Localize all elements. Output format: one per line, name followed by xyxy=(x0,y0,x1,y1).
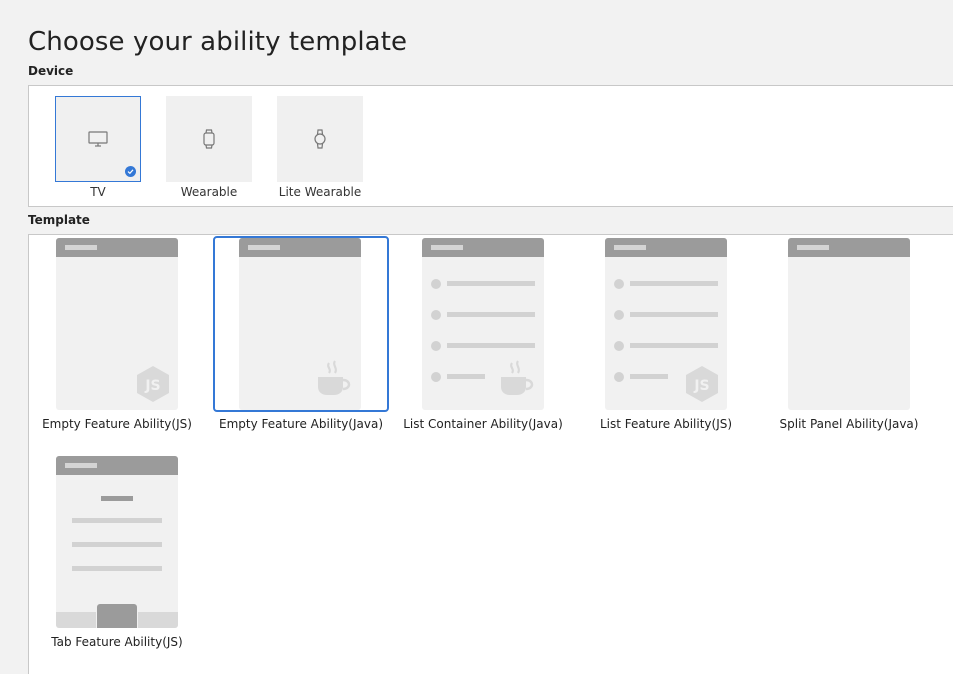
template-preview[interactable]: JS xyxy=(605,238,727,410)
js-logo-icon: JS xyxy=(686,366,718,402)
device-tile-wearable[interactable] xyxy=(166,96,252,182)
device-tile-lite-wearable[interactable] xyxy=(277,96,363,182)
device-tile-tv[interactable] xyxy=(55,96,141,182)
device-label-tv: TV xyxy=(90,185,106,199)
java-cup-icon xyxy=(501,360,534,395)
template-label: List Container Ability(Java) xyxy=(403,417,563,431)
device-option-wearable[interactable]: Wearable xyxy=(166,96,254,199)
device-option-tv[interactable]: TV xyxy=(55,96,143,199)
template-section-label: Template xyxy=(28,213,90,227)
lite-watch-icon xyxy=(314,129,326,149)
device-option-lite-wearable[interactable]: Lite Wearable xyxy=(277,96,365,199)
device-panel: TV Wearable Lite Wearable xyxy=(28,85,953,207)
java-cup-icon xyxy=(318,360,351,395)
template-label: Tab Feature Ability(JS) xyxy=(51,635,183,649)
template-label: List Feature Ability(JS) xyxy=(599,417,733,431)
template-preview[interactable] xyxy=(788,238,910,410)
watch-icon xyxy=(203,129,215,149)
device-label-lite-wearable: Lite Wearable xyxy=(278,185,362,199)
template-preview[interactable] xyxy=(422,238,544,410)
selected-check-icon xyxy=(125,166,136,177)
device-label-wearable: Wearable xyxy=(180,185,238,199)
template-label: Empty Feature Ability(JS) xyxy=(42,417,192,431)
device-section-label: Device xyxy=(28,64,74,78)
page-title: Choose your ability template xyxy=(28,27,408,58)
js-logo-icon: JS xyxy=(137,366,169,402)
template-preview[interactable] xyxy=(56,456,178,628)
template-preview[interactable]: JS xyxy=(56,238,178,410)
tv-icon xyxy=(88,131,108,147)
svg-text:JS: JS xyxy=(693,378,709,394)
template-label: Split Panel Ability(Java) xyxy=(779,417,919,431)
template-label: Empty Feature Ability(Java) xyxy=(218,417,383,431)
template-preview[interactable] xyxy=(239,238,361,410)
svg-text:JS: JS xyxy=(144,378,160,394)
template-panel: JS Empty Feature Ability(JS) Empty Featu… xyxy=(28,234,953,674)
